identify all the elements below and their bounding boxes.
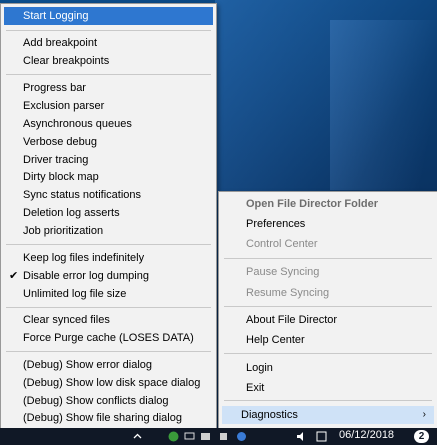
taskbar-clock-date[interactable]: 06/12/2018 — [339, 429, 394, 441]
chevron-right-icon: › — [422, 409, 426, 420]
menu-separator — [6, 74, 211, 75]
menu-item-label: Disable error log dumping — [23, 270, 149, 282]
menu-item-clear-breakpoints[interactable]: Clear breakpoints — [1, 52, 216, 70]
chevron-up-icon[interactable] — [132, 431, 143, 442]
menu-separator — [6, 307, 211, 308]
language-icon[interactable] — [316, 431, 327, 442]
menu-separator — [224, 353, 432, 354]
tray-context-menu: Open File Director Folder Preferences Co… — [218, 191, 437, 429]
menu-separator — [224, 400, 432, 401]
menu-item-clear-synced-files[interactable]: Clear synced files — [1, 311, 216, 329]
menu-item-start-logging[interactable]: Start Logging — [4, 7, 213, 25]
menu-item-preferences[interactable]: Preferences — [219, 215, 437, 233]
menu-item-force-purge-cache[interactable]: Force Purge cache (LOSES DATA) — [1, 329, 216, 347]
menu-item-progress-bar[interactable]: Progress bar — [1, 79, 216, 97]
menu-item-driver-tracing[interactable]: Driver tracing — [1, 151, 216, 169]
menu-item-show-low-disk-space-dialog[interactable]: (Debug) Show low disk space dialog — [1, 374, 216, 392]
menu-item-show-error-dialog[interactable]: (Debug) Show error dialog — [1, 356, 216, 374]
network-icon[interactable] — [184, 431, 195, 442]
menu-item-add-breakpoint[interactable]: Add breakpoint — [1, 34, 216, 52]
menu-item-asynchronous-queues[interactable]: Asynchronous queues — [1, 115, 216, 133]
menu-item-open-folder[interactable]: Open File Director Folder — [219, 195, 437, 213]
taskbar: 06/12/2018 2 — [0, 428, 437, 445]
security-icon[interactable] — [218, 431, 229, 442]
menu-separator — [224, 258, 432, 259]
menu-item-unlimited-log-file-size[interactable]: Unlimited log file size — [1, 285, 216, 303]
checkmark-icon: ✔ — [9, 270, 19, 282]
menu-item-sync-status-notifications[interactable]: Sync status notifications — [1, 186, 216, 204]
file-director-tray-icon[interactable] — [236, 431, 247, 442]
menu-item-help-center[interactable]: Help Center — [219, 331, 437, 349]
menu-item-verbose-debug[interactable]: Verbose debug — [1, 133, 216, 151]
menu-item-exclusion-parser[interactable]: Exclusion parser — [1, 97, 216, 115]
menu-item-control-center[interactable]: Control Center — [219, 235, 437, 253]
menu-item-job-prioritization[interactable]: Job prioritization — [1, 222, 216, 240]
menu-item-login[interactable]: Login — [219, 359, 437, 377]
menu-item-about[interactable]: About File Director — [219, 311, 437, 329]
menu-item-show-conflicts-dialog[interactable]: (Debug) Show conflicts dialog — [1, 392, 216, 410]
menu-item-resume-syncing[interactable]: Resume Syncing — [219, 284, 437, 302]
menu-item-keep-log-files[interactable]: Keep log files indefinitely — [1, 249, 216, 267]
menu-item-disable-error-log-dumping[interactable]: ✔ Disable error log dumping — [1, 267, 216, 285]
menu-separator — [6, 244, 211, 245]
menu-item-deletion-log-asserts[interactable]: Deletion log asserts — [1, 204, 216, 222]
sync-app-icon[interactable] — [168, 431, 179, 442]
menu-item-dirty-block-map[interactable]: Dirty block map — [1, 168, 216, 186]
diagnostics-context-menu: Start Logging Add breakpoint Clear break… — [0, 3, 217, 430]
menu-separator — [224, 306, 432, 307]
menu-item-show-file-sharing-dialog[interactable]: (Debug) Show file sharing dialog — [1, 409, 216, 427]
display-icon[interactable] — [200, 431, 211, 442]
wallpaper-light-ray — [330, 20, 437, 190]
menu-item-label: Diagnostics — [241, 409, 298, 421]
menu-separator — [6, 351, 211, 352]
menu-item-diagnostics[interactable]: Diagnostics › — [222, 406, 434, 424]
menu-item-pause-syncing[interactable]: Pause Syncing — [219, 263, 437, 281]
menu-separator — [6, 30, 211, 31]
menu-item-exit[interactable]: Exit — [219, 379, 437, 397]
volume-icon[interactable] — [296, 431, 307, 442]
notification-badge[interactable]: 2 — [414, 430, 429, 443]
